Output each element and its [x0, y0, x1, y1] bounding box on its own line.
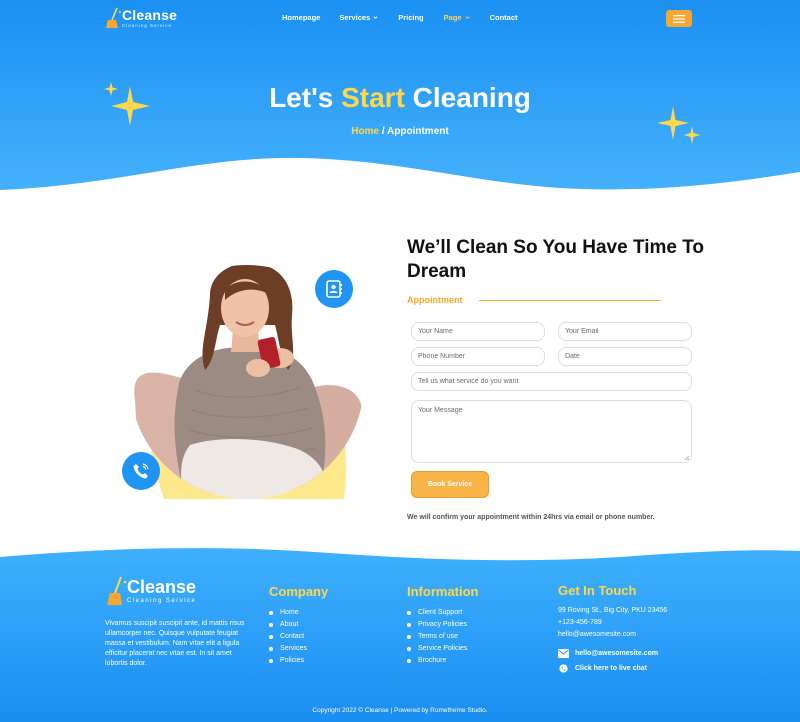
footer-link-terms-of-use[interactable]: Terms of use: [406, 631, 467, 643]
hamburger-menu-icon: [673, 14, 685, 23]
appointment-illustration: [120, 255, 380, 515]
appointment-subheading: Appointment: [407, 295, 463, 305]
footer-email: hello@awesomesite.com: [558, 631, 636, 638]
confirmation-note: We will confirm your appointment within …: [407, 514, 655, 521]
footer-phone: +123-456-789: [558, 619, 602, 626]
breadcrumb-home-link[interactable]: Home: [351, 126, 379, 137]
footer-logo[interactable]: Cleanse Cleaning Service: [107, 576, 196, 606]
breadcrumb-current: Appointment: [387, 126, 449, 137]
phone-badge: [122, 452, 160, 490]
logo-tagline: Cleaning Service: [122, 22, 173, 28]
footer-link-home[interactable]: Home: [268, 607, 307, 619]
broom-logo-icon: [107, 576, 127, 605]
site-footer: Cleanse Cleaning Service Vivamus suscipi…: [0, 545, 800, 722]
contact-book-badge: [315, 270, 353, 308]
footer-email-link[interactable]: hello@awesomesite.com: [558, 649, 658, 658]
date-input[interactable]: [558, 347, 692, 366]
footer-information-links: Client Support Privacy Policies Terms of…: [406, 607, 467, 667]
title-suffix: Cleaning: [404, 82, 531, 113]
menu-item-services[interactable]: Services: [339, 13, 378, 22]
envelope-icon: [558, 649, 569, 658]
menu-item-label: Pricing: [398, 13, 424, 22]
footer-about-text: Vivamus suscipit suscipit ante, id matti…: [105, 620, 245, 667]
footer-information-title: Information: [407, 584, 479, 599]
breadcrumb: Home / Appointment: [0, 126, 800, 137]
logo-name: Cleanse: [127, 577, 197, 597]
footer-chat-link[interactable]: Click here to live chat: [558, 664, 647, 673]
footer-link-brochure[interactable]: Brochure: [406, 655, 467, 667]
service-input[interactable]: [411, 372, 692, 391]
footer-email-link-label: hello@awesomesite.com: [575, 650, 659, 657]
broom-logo-icon: [106, 7, 121, 28]
footer-contact-title: Get In Touch: [558, 583, 637, 598]
menu-item-contact[interactable]: Contact: [490, 13, 518, 22]
footer-link-client-support[interactable]: Client Support: [406, 607, 467, 619]
menu-item-label: Services: [339, 13, 371, 22]
title-prefix: Let's: [269, 82, 342, 113]
subheading-divider: [479, 300, 661, 301]
header-logo[interactable]: Cleanse Cleaning Service: [106, 7, 177, 29]
menu-item-homepage[interactable]: Homepage: [282, 13, 320, 22]
appointment-heading: We’ll Clean So You Have Time To Dream: [407, 237, 705, 282]
menu-item-page[interactable]: Page: [444, 13, 470, 22]
footer-link-service-policies[interactable]: Service Policies: [406, 643, 467, 655]
chevron-down-icon: [373, 16, 378, 19]
logo-tagline: Cleaning Service: [127, 598, 197, 604]
menu-item-pricing[interactable]: Pricing: [398, 13, 423, 22]
phone-input[interactable]: [411, 347, 545, 366]
page-title: Let's Start Cleaning: [0, 82, 800, 114]
footer-link-privacy-policies[interactable]: Privacy Policies: [406, 619, 467, 631]
resize-handle-icon[interactable]: [684, 455, 690, 461]
footer-company-title: Company: [269, 584, 329, 599]
contact-book-icon: [326, 280, 342, 298]
logo-name: Cleanse: [122, 6, 178, 23]
menu-item-label: Homepage: [282, 13, 321, 22]
hero-banner: Cleanse Cleaning Service Homepage Servic…: [0, 0, 800, 200]
footer-chat-link-label: Click here to live chat: [575, 665, 647, 672]
footer-company-links: Home About Contact Services Policies: [268, 607, 307, 667]
message-textarea[interactable]: [411, 400, 692, 463]
footer-link-policies[interactable]: Policies: [268, 655, 307, 667]
email-input[interactable]: [558, 322, 692, 341]
book-service-button[interactable]: Book Service: [411, 471, 489, 498]
footer-link-contact[interactable]: Contact: [268, 631, 307, 643]
menu-item-label: Page: [443, 13, 462, 22]
title-accent: Start: [341, 82, 405, 113]
footer-address: 99 Roving St., Big City, PKU 23456: [558, 607, 668, 614]
menu-item-label: Contact: [489, 13, 518, 22]
footer-copyright: Copyright 2022 © Cleanse | Powered by Ro…: [312, 707, 488, 714]
chevron-down-icon: [465, 16, 470, 19]
breadcrumb-separator: /: [379, 126, 388, 137]
footer-link-about[interactable]: About: [268, 619, 307, 631]
top-navbar: Cleanse Cleaning Service Homepage Servic…: [0, 0, 800, 36]
whatsapp-icon: [559, 664, 568, 673]
name-input[interactable]: [411, 322, 545, 341]
main-menu: Homepage Services Pricing Page Contact: [282, 13, 518, 22]
hamburger-button[interactable]: [666, 10, 692, 27]
phone-ringing-icon: [133, 463, 149, 479]
footer-link-services[interactable]: Services: [268, 643, 307, 655]
